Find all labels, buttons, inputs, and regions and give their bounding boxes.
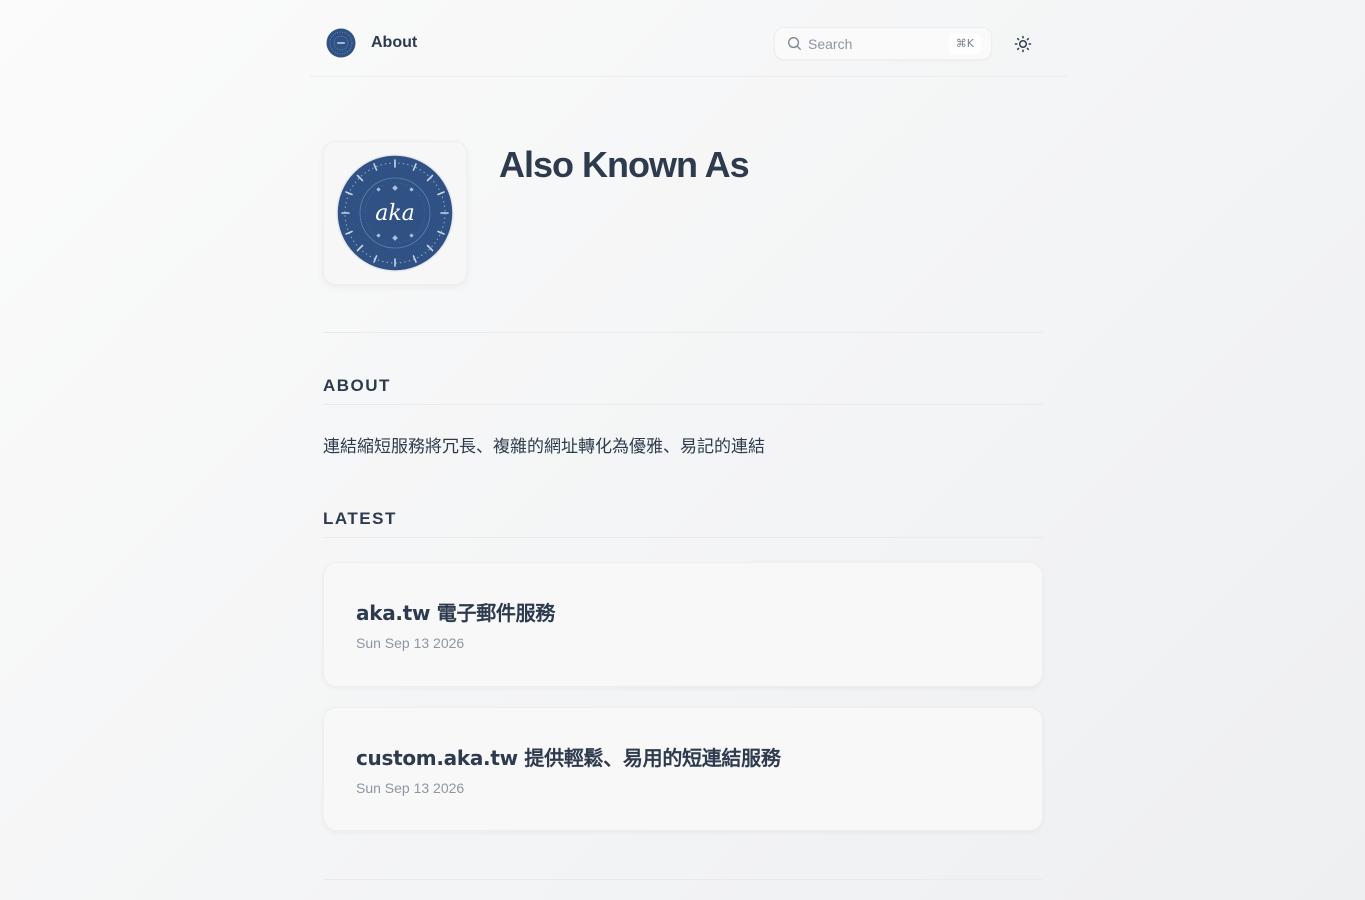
logo-text: aka [375,201,415,226]
search-input[interactable] [808,35,938,52]
search-icon [786,36,802,52]
post-card[interactable]: custom.aka.tw 提供輕鬆、易用的短連結服務 Sun Sep 13 2… [323,707,1043,831]
page: About ⌘K [0,0,1365,900]
about-divider [323,404,1043,405]
sun-icon [1014,35,1031,52]
nav-about-link[interactable]: About [371,34,417,52]
about-heading: ABOUT [323,376,391,395]
avatar-card: aka [323,141,467,285]
page-title: Also Known As [499,144,750,185]
search-box[interactable]: ⌘K [774,27,992,60]
post-date: Sun Sep 13 2026 [356,780,465,796]
home-link[interactable]: About [326,28,417,58]
theme-toggle-button[interactable] [1010,31,1035,56]
about-description: 連結縮短服務將冗長、複雜的網址轉化為優雅、易記的連結 [323,437,765,457]
aka-logo-small-icon [326,28,356,58]
hero-divider [323,332,1043,333]
latest-divider [323,537,1043,538]
search-shortcut-badge: ⌘K [948,34,981,54]
post-date: Sun Sep 13 2026 [356,635,465,651]
post-title[interactable]: aka.tw 電子郵件服務 [356,597,555,626]
latest-heading: LATEST [323,509,397,528]
site-header: About ⌘K [310,0,1068,77]
footer-divider [323,879,1043,880]
post-card[interactable]: aka.tw 電子郵件服務 Sun Sep 13 2026 [323,562,1043,687]
aka-logo-icon: aka [336,154,454,272]
post-title[interactable]: custom.aka.tw 提供輕鬆、易用的短連結服務 [356,742,781,771]
